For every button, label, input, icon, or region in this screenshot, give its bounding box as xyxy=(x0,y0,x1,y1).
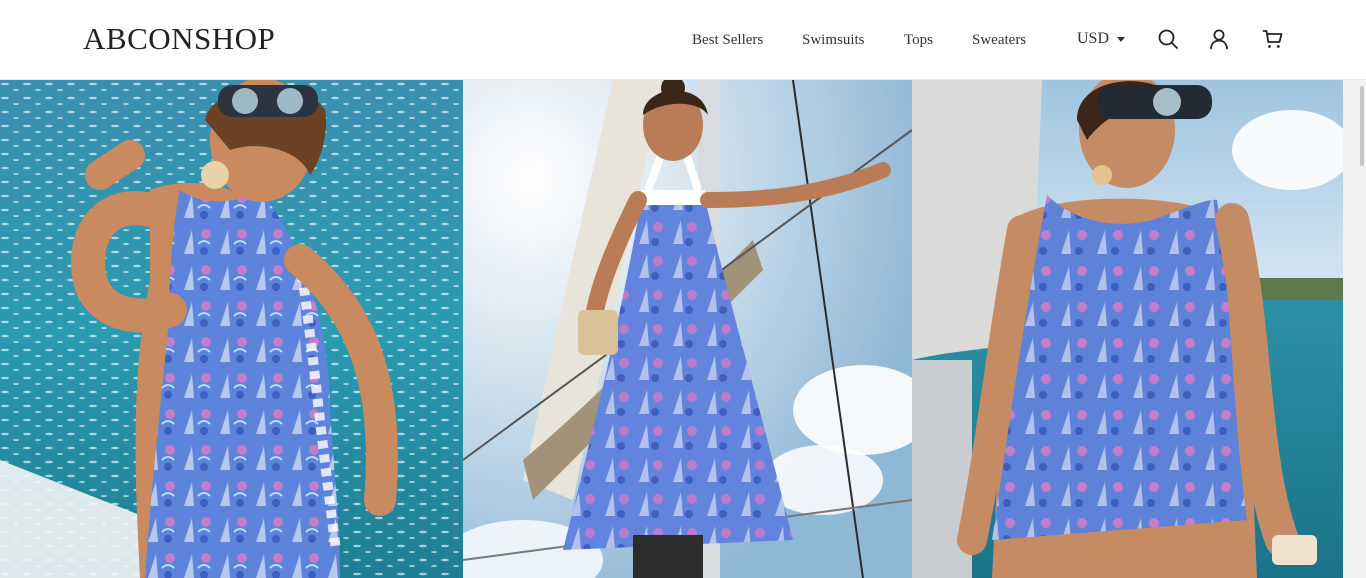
hero-image-2[interactable] xyxy=(463,80,912,578)
scrollbar-thumb[interactable] xyxy=(1360,86,1364,166)
caret-down-icon xyxy=(1117,37,1126,42)
search-icon[interactable] xyxy=(1157,28,1179,50)
hero-gallery xyxy=(0,80,1343,578)
hero-image-1[interactable] xyxy=(0,80,463,578)
account-icon[interactable] xyxy=(1208,28,1230,50)
currency-label: USD xyxy=(1077,30,1110,47)
page-scrollbar[interactable] xyxy=(1343,80,1366,578)
nav-swimsuits[interactable]: Swimsuits xyxy=(802,30,865,50)
nav-best-sellers[interactable]: Best Sellers xyxy=(692,30,763,50)
currency-selector[interactable]: USD xyxy=(1077,29,1126,49)
hero-image-3[interactable] xyxy=(912,80,1343,578)
site-header: ABCONSHOP Best Sellers Swimsuits Tops Sw… xyxy=(0,0,1366,80)
nav-sweaters[interactable]: Sweaters xyxy=(972,30,1026,50)
site-logo[interactable]: ABCONSHOP xyxy=(83,21,275,57)
nav-tops[interactable]: Tops xyxy=(904,30,933,50)
cart-icon[interactable] xyxy=(1262,28,1284,50)
